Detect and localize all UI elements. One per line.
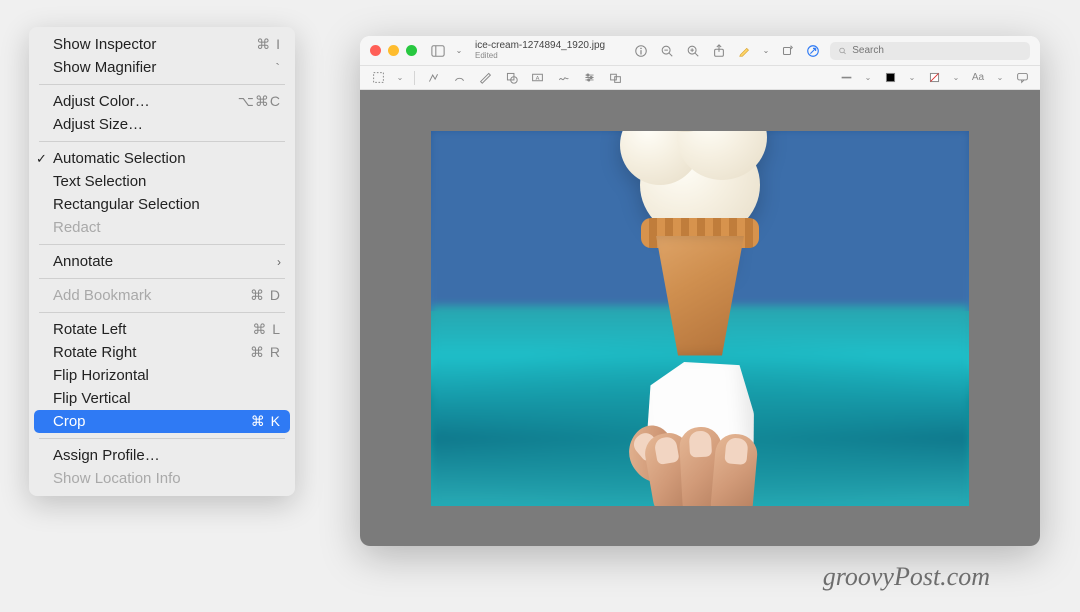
- menu-item-shortcut: ⌘ D: [250, 287, 281, 304]
- sidebar-toggle-button[interactable]: [429, 42, 447, 60]
- search-input[interactable]: [852, 45, 1022, 56]
- text-style-button[interactable]: Aa: [970, 70, 986, 86]
- window-title: ice-cream-1274894_1920.jpg: [475, 41, 624, 51]
- preview-window: ⌄ ice-cream-1274894_1920.jpg Edited ⌄ ⌄ …: [360, 36, 1040, 546]
- toolbar-separator: [414, 71, 415, 85]
- draw-button[interactable]: [477, 70, 493, 86]
- menu-item-label: Rotate Left: [53, 321, 126, 338]
- info-button[interactable]: [632, 42, 650, 60]
- menu-item-shortcut: ⌘ R: [250, 344, 281, 361]
- window-controls: [370, 45, 417, 56]
- menu-item-label: Crop: [53, 413, 86, 430]
- menu-item-rotate-left[interactable]: Rotate Left ⌘ L: [29, 318, 295, 341]
- menu-item-shortcut: ⌥⌘C: [238, 93, 281, 110]
- menu-item-adjust-color[interactable]: Adjust Color… ⌥⌘C: [29, 90, 295, 113]
- svg-text:A: A: [535, 76, 539, 82]
- menu-item-label: Automatic Selection: [53, 150, 186, 167]
- highlight-dropdown-button[interactable]: ⌄: [762, 42, 770, 60]
- edited-status: Edited: [475, 52, 624, 60]
- border-color-dropdown-button[interactable]: ⌄: [908, 70, 916, 86]
- selection-tool-button[interactable]: [370, 70, 386, 86]
- menu-item-automatic-selection[interactable]: ✓ Automatic Selection: [29, 147, 295, 170]
- menu-item-adjust-size[interactable]: Adjust Size…: [29, 113, 295, 136]
- image-content: [431, 131, 969, 506]
- fill-color-button[interactable]: [926, 70, 942, 86]
- search-icon: [838, 46, 847, 56]
- minimize-icon[interactable]: [388, 45, 399, 56]
- menu-item-shortcut: `: [275, 60, 281, 76]
- menu-item-text-selection[interactable]: Text Selection: [29, 170, 295, 193]
- menu-item-label: Show Inspector: [53, 36, 156, 53]
- border-dropdown-button[interactable]: ⌄: [864, 70, 872, 86]
- menu-item-label: Adjust Color…: [53, 93, 150, 110]
- menu-item-show-location-info: Show Location Info: [29, 467, 295, 490]
- menu-item-label: Annotate: [53, 253, 113, 270]
- menu-item-shortcut: ⌘ L: [252, 321, 281, 338]
- menu-item-label: Flip Vertical: [53, 390, 131, 407]
- rotate-button[interactable]: [778, 42, 796, 60]
- menu-item-show-inspector[interactable]: Show Inspector ⌘ I: [29, 33, 295, 56]
- menu-item-label: Show Magnifier: [53, 59, 156, 76]
- menu-item-label: Show Location Info: [53, 470, 181, 487]
- menu-item-shortcut: ⌘ I: [256, 36, 281, 53]
- menu-item-label: Rotate Right: [53, 344, 136, 361]
- text-button[interactable]: A: [529, 70, 545, 86]
- fill-color-dropdown-button[interactable]: ⌄: [952, 70, 960, 86]
- watermark: groovyPost.com: [823, 562, 990, 592]
- titlebar: ⌄ ice-cream-1274894_1920.jpg Edited ⌄: [360, 36, 1040, 66]
- share-button[interactable]: [710, 42, 728, 60]
- border-color-button[interactable]: [882, 70, 898, 86]
- zoom-in-button[interactable]: [684, 42, 702, 60]
- title-block: ice-cream-1274894_1920.jpg Edited: [471, 41, 624, 60]
- menu-item-label: Text Selection: [53, 173, 146, 190]
- menu-item-assign-profile[interactable]: Assign Profile…: [29, 444, 295, 467]
- menu-item-label: Redact: [53, 219, 101, 236]
- sketch-button[interactable]: [451, 70, 467, 86]
- menu-item-crop[interactable]: Crop ⌘ K: [34, 410, 290, 433]
- markup-button[interactable]: [804, 42, 822, 60]
- menu-item-redact: Redact: [29, 216, 295, 239]
- menu-separator: [39, 312, 285, 313]
- check-icon: ✓: [36, 151, 47, 167]
- menu-item-show-magnifier[interactable]: Show Magnifier `: [29, 56, 295, 79]
- text-style-dropdown-button[interactable]: ⌄: [996, 70, 1004, 86]
- highlight-button[interactable]: [736, 42, 754, 60]
- adjust-size-button[interactable]: [607, 70, 623, 86]
- menu-item-label: Rectangular Selection: [53, 196, 200, 213]
- menu-item-add-bookmark: Add Bookmark ⌘ D: [29, 284, 295, 307]
- image-canvas[interactable]: [360, 90, 1040, 546]
- markup-toolbar: ⌄ A ⌄ ⌄ ⌄ Aa ⌄: [360, 66, 1040, 90]
- search-field[interactable]: [830, 42, 1030, 60]
- menu-item-label: Flip Horizontal: [53, 367, 149, 384]
- menu-item-rotate-right[interactable]: Rotate Right ⌘ R: [29, 341, 295, 364]
- menu-separator: [39, 141, 285, 142]
- instant-alpha-button[interactable]: [425, 70, 441, 86]
- annotate-button[interactable]: [1014, 70, 1030, 86]
- menu-item-label: Add Bookmark: [53, 287, 151, 304]
- menu-item-shortcut: ⌘ K: [251, 413, 281, 430]
- sign-button[interactable]: [555, 70, 571, 86]
- zoom-icon[interactable]: [406, 45, 417, 56]
- zoom-out-button[interactable]: [658, 42, 676, 60]
- menu-item-rectangular-selection[interactable]: Rectangular Selection: [29, 193, 295, 216]
- menu-item-flip-vertical[interactable]: Flip Vertical: [29, 387, 295, 410]
- menu-item-label: Assign Profile…: [53, 447, 160, 464]
- menu-separator: [39, 278, 285, 279]
- menu-separator: [39, 438, 285, 439]
- menu-separator: [39, 84, 285, 85]
- close-icon[interactable]: [370, 45, 381, 56]
- shapes-button[interactable]: [503, 70, 519, 86]
- view-dropdown-button[interactable]: ⌄: [455, 42, 463, 60]
- selection-dropdown-button[interactable]: ⌄: [396, 70, 404, 86]
- menu-item-annotate[interactable]: Annotate ›: [29, 250, 295, 273]
- chevron-right-icon: ›: [277, 255, 281, 269]
- adjust-color-button[interactable]: [581, 70, 597, 86]
- menu-item-flip-horizontal[interactable]: Flip Horizontal: [29, 364, 295, 387]
- tools-menu: Show Inspector ⌘ I Show Magnifier ` Adju…: [29, 27, 295, 496]
- menu-item-label: Adjust Size…: [53, 116, 143, 133]
- border-style-button[interactable]: [838, 70, 854, 86]
- menu-separator: [39, 244, 285, 245]
